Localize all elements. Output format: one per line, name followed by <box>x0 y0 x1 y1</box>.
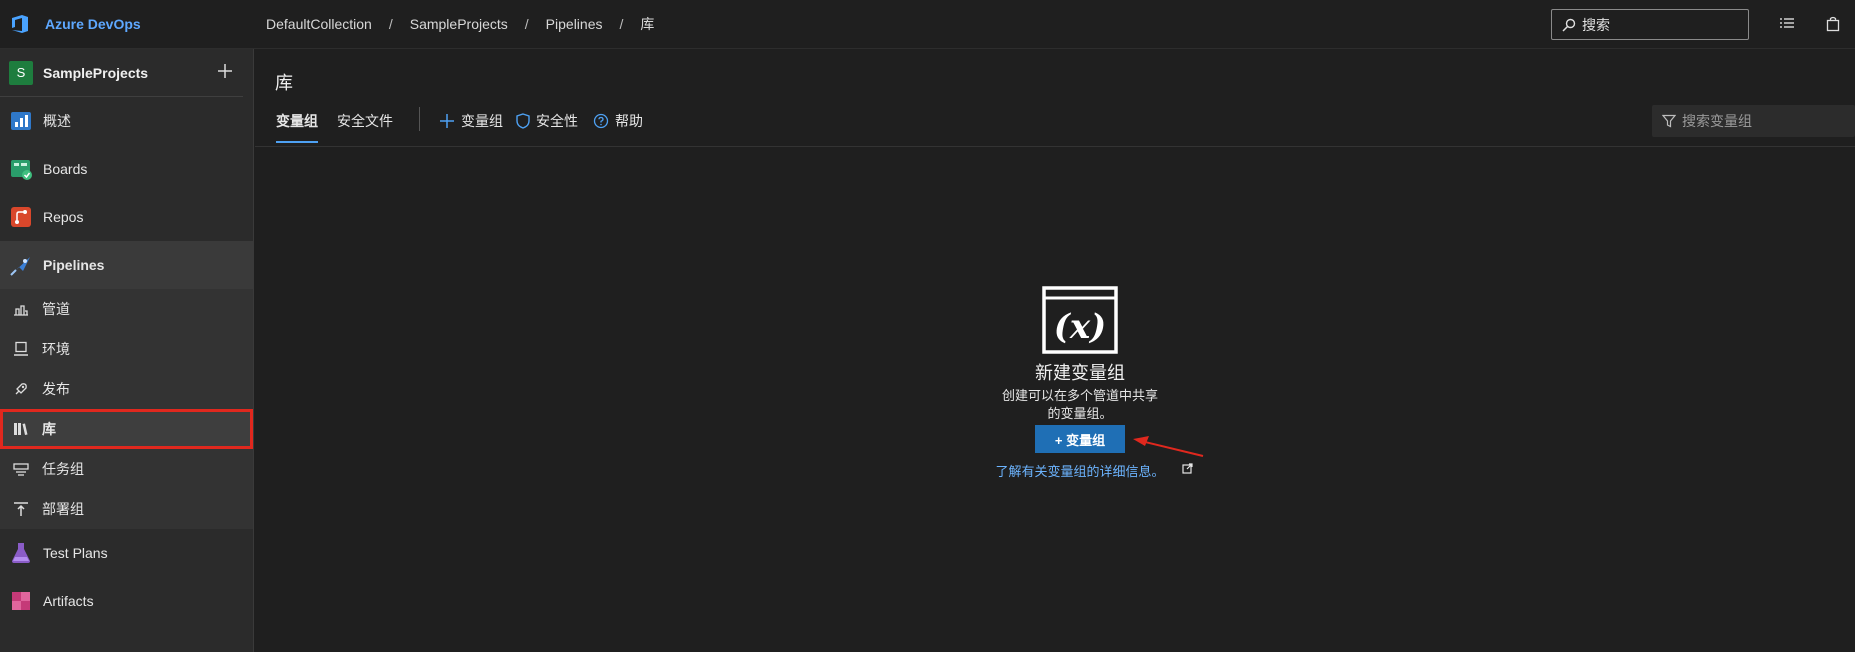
artifacts-icon <box>12 592 30 610</box>
empty-state: (x) 新建变量组 创建可以在多个管道中共享 的变量组。 + 变量组 了解有关变… <box>255 49 1855 652</box>
sidebar-item-artifacts[interactable]: Artifacts <box>0 577 253 625</box>
variable-group-icon: (x) <box>1042 286 1118 354</box>
sidebar-item-label: 概述 <box>43 113 71 129</box>
red-arrow-annotation <box>1133 436 1204 457</box>
sidebar-item-label: 任务组 <box>42 461 84 477</box>
search-icon <box>1562 18 1576 32</box>
sidebar-item-pipeline[interactable]: 管道 <box>0 289 253 329</box>
breadcrumb: DefaultCollection / SampleProjects / Pip… <box>266 14 654 34</box>
sidebar-item-test-plans[interactable]: Test Plans <box>0 529 253 577</box>
azure-devops-icon <box>12 15 28 33</box>
top-bar: Azure DevOps DefaultCollection / SampleP… <box>0 0 1855 49</box>
learn-more-link[interactable]: 了解有关变量组的详细信息。 <box>980 461 1180 480</box>
sidebar-item-boards[interactable]: Boards <box>0 145 253 193</box>
breadcrumb-separator: / <box>388 16 393 32</box>
environment-icon <box>12 340 30 358</box>
sidebar-item-label: Artifacts <box>43 593 94 609</box>
breadcrumb-pipelines[interactable]: Pipelines <box>546 16 603 32</box>
sidebar-item-label: 环境 <box>42 341 70 357</box>
breadcrumb-separator: / <box>524 16 529 32</box>
sidebar-item-label: 管道 <box>42 301 70 317</box>
top-search-input[interactable]: 搜索 <box>1551 9 1749 40</box>
new-variable-group-button[interactable]: + 变量组 <box>1035 425 1125 453</box>
sidebar-item-label: 部署组 <box>42 501 84 517</box>
sidebar-item-releases[interactable]: 发布 <box>0 369 253 409</box>
project-header[interactable]: S SampleProjects <box>0 49 243 97</box>
task-group-icon <box>12 460 30 478</box>
sidebar-item-label: Repos <box>43 209 84 225</box>
sidebar-item-label: 库 <box>42 421 56 437</box>
project-avatar: S <box>9 60 33 85</box>
sidebar-item-library[interactable]: 库 <box>0 409 253 449</box>
deployment-group-icon <box>12 500 30 518</box>
empty-state-description-line: 创建可以在多个管道中共享 <box>1001 388 1158 403</box>
brand-name: Azure DevOps <box>45 16 141 32</box>
sidebar-item-overview[interactable]: 概述 <box>0 97 253 145</box>
pipelines-submenu: 管道 环境 发布 库 任务组 部署组 <box>0 289 253 529</box>
marketplace-bag-icon[interactable] <box>1823 14 1843 34</box>
breadcrumb-project[interactable]: SampleProjects <box>410 16 508 32</box>
rocket-icon <box>12 380 30 398</box>
sidebar: S SampleProjects 概述 Boards Repos Pipelin… <box>0 49 254 652</box>
test-plans-icon <box>12 543 30 563</box>
library-icon <box>12 420 30 438</box>
settings-list-icon[interactable] <box>1777 14 1797 34</box>
repos-icon <box>11 207 31 227</box>
sidebar-item-label: 发布 <box>42 381 70 397</box>
sidebar-item-repos[interactable]: Repos <box>0 193 253 241</box>
sidebar-item-pipelines[interactable]: Pipelines <box>0 241 253 289</box>
pipeline-icon <box>12 300 30 318</box>
empty-state-title: 新建变量组 <box>1035 363 1125 383</box>
breadcrumb-library[interactable]: 库 <box>640 14 654 34</box>
empty-state-description-line: 的变量组。 <box>1047 406 1113 421</box>
sidebar-item-label: Pipelines <box>43 257 105 273</box>
breadcrumb-separator: / <box>619 16 624 32</box>
sidebar-item-label: Boards <box>43 161 88 177</box>
sidebar-item-environments[interactable]: 环境 <box>0 329 253 369</box>
boards-icon <box>11 160 32 180</box>
breadcrumb-collection[interactable]: DefaultCollection <box>266 16 372 32</box>
pipelines-icon <box>10 257 30 276</box>
overview-icon <box>11 112 31 130</box>
sidebar-item-label: Test Plans <box>43 545 108 561</box>
brand[interactable]: Azure DevOps <box>0 13 254 35</box>
sidebar-item-deployment-groups[interactable]: 部署组 <box>0 489 253 529</box>
add-icon[interactable] <box>215 61 235 81</box>
external-link-icon[interactable] <box>1182 463 1193 474</box>
project-name: SampleProjects <box>43 64 149 81</box>
top-search-placeholder: 搜索 <box>1582 16 1610 33</box>
svg-text:(x): (x) <box>1054 307 1106 347</box>
sidebar-item-task-groups[interactable]: 任务组 <box>0 449 253 489</box>
main-content: 库 变量组 安全文件 变量组 安全性 帮助 搜索变量组 (x) 新建变量组 创建… <box>255 49 1855 652</box>
empty-state-description: 创建可以在多个管道中共享 的变量组。 <box>967 387 1193 423</box>
